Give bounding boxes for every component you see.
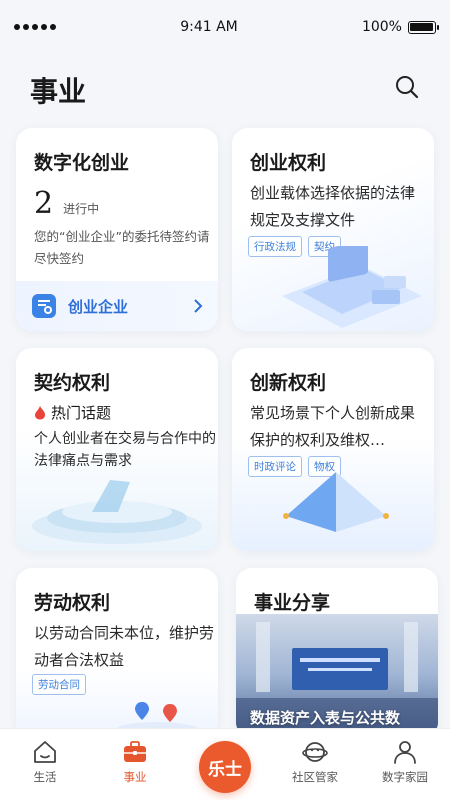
startup-enterprise-label: 创业企业 [68, 297, 129, 316]
in-progress-label: 进行中 [63, 202, 100, 216]
status-bar: 9:41 AM 100% [0, 0, 450, 54]
briefcase-icon [124, 741, 146, 762]
tag-labor-contract[interactable]: 劳动合同 [32, 674, 86, 695]
search-icon [396, 76, 419, 99]
document-platform-illustration [282, 246, 422, 328]
tab-center-logo[interactable]: 乐士 [185, 739, 265, 793]
digital-entrepreneurship-card[interactable]: 数字化创业 2 进行中 您的“创业企业”的委托待签约请尽快签约 创业企业 [16, 128, 218, 331]
page-title: 事业 [30, 75, 87, 108]
tab-label: 生活 [33, 770, 57, 784]
chevron-right-icon [194, 299, 203, 313]
search-button[interactable] [394, 74, 420, 100]
share-caption: 数据资产入表与公共数 [250, 709, 401, 727]
innovation-rights-card[interactable]: 创新权利 常见场景下个人创新成果保护的权利及维权… 时政评论 物权 [232, 348, 434, 551]
tab-label: 数字家园 [382, 770, 428, 784]
card-description: 个人创业者在交易与合作中的法律痛点与需求 [34, 431, 216, 469]
tab-community-manager[interactable]: 社区管家 [275, 739, 355, 785]
card-title: 创新权利 [250, 372, 327, 394]
document-icon [32, 294, 56, 318]
career-sharing-card[interactable]: 事业分享 数据资产入表与公共数 [236, 568, 438, 738]
bottom-tab-bar: 生活 事业 乐士 社区管家 数字家园 [0, 728, 450, 800]
signal-icon [14, 24, 56, 30]
card-title: 事业分享 [254, 592, 331, 614]
flame-icon [35, 406, 45, 420]
card-description: 以劳动合同未本位，维护劳动者合法权益 [34, 624, 215, 669]
hot-topic-label: 热门话题 [51, 404, 112, 422]
card-description: 常见场景下个人创新成果保护的权利及维权… [250, 404, 416, 449]
battery-percent: 100% [361, 19, 402, 35]
startup-enterprise-link[interactable]: 创业企业 [16, 281, 218, 331]
tab-label: 事业 [123, 770, 147, 784]
card-title: 数字化创业 [34, 152, 130, 174]
labor-rights-card[interactable]: 劳动权利 以劳动合同未本位，维护劳动者合法权益 劳动合同 [16, 568, 218, 738]
card-title: 创业权利 [250, 152, 327, 174]
card-title: 契约权利 [34, 372, 111, 394]
card-description: 创业载体选择依据的法律规定及支撑文件 [250, 184, 416, 229]
status-time: 9:41 AM [180, 19, 238, 35]
center-logo: 乐士 [199, 741, 251, 793]
home-icon [34, 741, 56, 763]
contract-rights-card[interactable]: 契约权利 热门话题 个人创业者在交易与合作中的法律痛点与需求 [16, 348, 218, 551]
tab-career[interactable]: 事业 [95, 739, 175, 785]
conference-photo: 数据资产入表与公共数 [236, 614, 438, 738]
tab-label: 社区管家 [292, 770, 338, 784]
battery-icon [407, 20, 439, 34]
planet-icon [302, 742, 328, 762]
in-progress-count: 2 [34, 186, 54, 221]
tab-life[interactable]: 生活 [5, 739, 85, 785]
entrepreneurship-rights-card[interactable]: 创业权利 创业载体选择依据的法律规定及支撑文件 行政法规 契约 [232, 128, 434, 331]
pyramid-illustration [283, 472, 389, 532]
person-icon [394, 741, 416, 764]
signing-reminder: 您的“创业企业”的委托待签约请尽快签约 [34, 229, 210, 266]
pedestal-illustration [32, 480, 202, 544]
tab-digital-home[interactable]: 数字家园 [365, 739, 445, 785]
card-title: 劳动权利 [34, 592, 111, 614]
